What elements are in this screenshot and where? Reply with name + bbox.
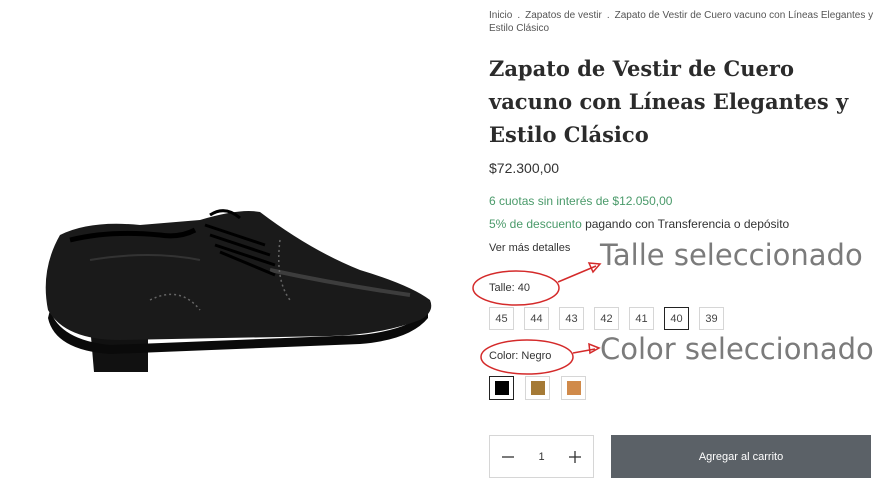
size-option-43[interactable]: 43 <box>559 307 584 330</box>
color-swatch-brown[interactable] <box>525 376 550 400</box>
more-details-link[interactable]: Ver más detalles <box>489 242 570 254</box>
discount-method: pagando con Transferencia o depósito <box>581 217 790 231</box>
size-option-45[interactable]: 45 <box>489 307 514 330</box>
installments-info: 6 cuotas sin interés de $12.050,00 <box>489 194 673 208</box>
quantity-stepper: 1 <box>489 435 594 478</box>
color-swatch-tan[interactable] <box>561 376 586 400</box>
size-option-39[interactable]: 39 <box>699 307 724 330</box>
discount-info: 5% de descuento pagando con Transferenci… <box>489 217 789 231</box>
size-option-44[interactable]: 44 <box>524 307 549 330</box>
color-annotation-text: Color seleccionado <box>600 332 874 366</box>
plus-icon[interactable] <box>567 449 583 465</box>
discount-percentage: 5% de descuento <box>489 217 582 231</box>
size-annotation-text: Talle seleccionado <box>600 238 863 272</box>
color-swatch-black[interactable] <box>489 376 514 400</box>
color-annotation-arrow <box>572 348 596 354</box>
size-label: Talle: 40 <box>489 282 530 294</box>
product-title: Zapato de Vestir de Cuero vacuno con Lín… <box>489 56 849 147</box>
size-options: 45 44 43 42 41 40 39 <box>489 307 724 330</box>
size-arrowhead <box>587 262 602 274</box>
color-label: Color: Negro <box>489 350 552 362</box>
size-option-41[interactable]: 41 <box>629 307 654 330</box>
size-option-40-selected[interactable]: 40 <box>664 307 689 330</box>
breadcrumb-category[interactable]: Zapatos de vestir <box>525 10 602 21</box>
color-chip <box>530 381 545 395</box>
color-arrowhead <box>588 342 601 355</box>
color-chip <box>494 381 509 395</box>
breadcrumb-home[interactable]: Inicio <box>489 10 512 21</box>
size-annotation-arrow <box>557 265 597 283</box>
color-chip <box>566 381 581 395</box>
breadcrumb: Inicio. Zapatos de vestir. Zapato de Vesti… <box>489 9 879 35</box>
color-options <box>489 376 586 400</box>
breadcrumb-separator: . <box>517 10 521 21</box>
minus-icon[interactable] <box>500 449 516 465</box>
breadcrumb-separator: . <box>606 10 610 21</box>
quantity-value[interactable]: 1 <box>538 451 544 463</box>
add-to-cart-button[interactable]: Agregar al carrito <box>611 435 871 478</box>
size-option-42[interactable]: 42 <box>594 307 619 330</box>
product-image <box>30 190 450 390</box>
product-price: $72.300,00 <box>489 160 560 176</box>
black-shoe-illustration <box>45 209 432 372</box>
